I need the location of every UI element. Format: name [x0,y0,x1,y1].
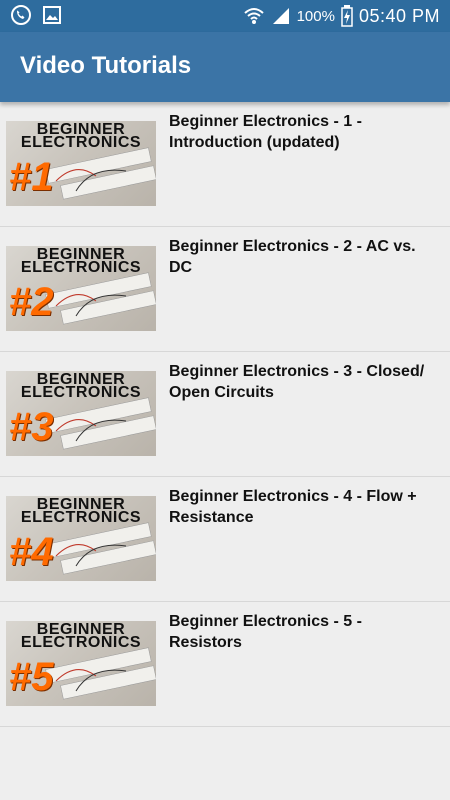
video-thumbnail: BEGINNER ELECTRONICS #2 [6,246,156,331]
video-thumbnail: BEGINNER ELECTRONICS #5 [6,621,156,706]
video-title: Beginner Electronics - 1 - Introduction … [169,113,362,151]
video-title: Beginner Electronics - 2 - AC vs. DC [169,238,416,276]
video-list-item[interactable]: BEGINNER ELECTRONICS #5 Beginner Electro… [0,602,450,727]
image-icon [42,4,62,26]
page-title: Video Tutorials [20,52,192,79]
app-bar: Video Tutorials [0,32,450,102]
video-list-item[interactable]: BEGINNER ELECTRONICS #4 Beginner Electro… [0,477,450,602]
video-thumbnail: BEGINNER ELECTRONICS #3 [6,371,156,456]
video-title: Beginner Electronics - 3 - Closed/ Open … [169,363,425,401]
video-title: Beginner Electronics - 5 - Resistors [169,613,362,651]
wifi-icon [243,6,265,26]
video-thumbnail: BEGINNER ELECTRONICS #1 [6,121,156,206]
video-list-item[interactable]: BEGINNER ELECTRONICS #2 Beginner Electro… [0,227,450,352]
video-thumbnail: BEGINNER ELECTRONICS #4 [6,496,156,581]
clock: 05:40 PM [358,5,440,26]
status-bar: 100% 05:40 PM [0,0,450,32]
video-title: Beginner Electronics - 4 - Flow + Resist… [169,488,417,526]
video-list-item[interactable]: BEGINNER ELECTRONICS #1 Beginner Electro… [0,102,450,227]
signal-icon [271,6,291,26]
video-list: BEGINNER ELECTRONICS #1 Beginner Electro… [0,102,450,727]
battery-percentage: 100% [296,7,335,25]
battery-charging-icon [341,5,353,27]
viber-icon [10,4,32,26]
video-list-item[interactable]: BEGINNER ELECTRONICS #3 Beginner Electro… [0,352,450,477]
